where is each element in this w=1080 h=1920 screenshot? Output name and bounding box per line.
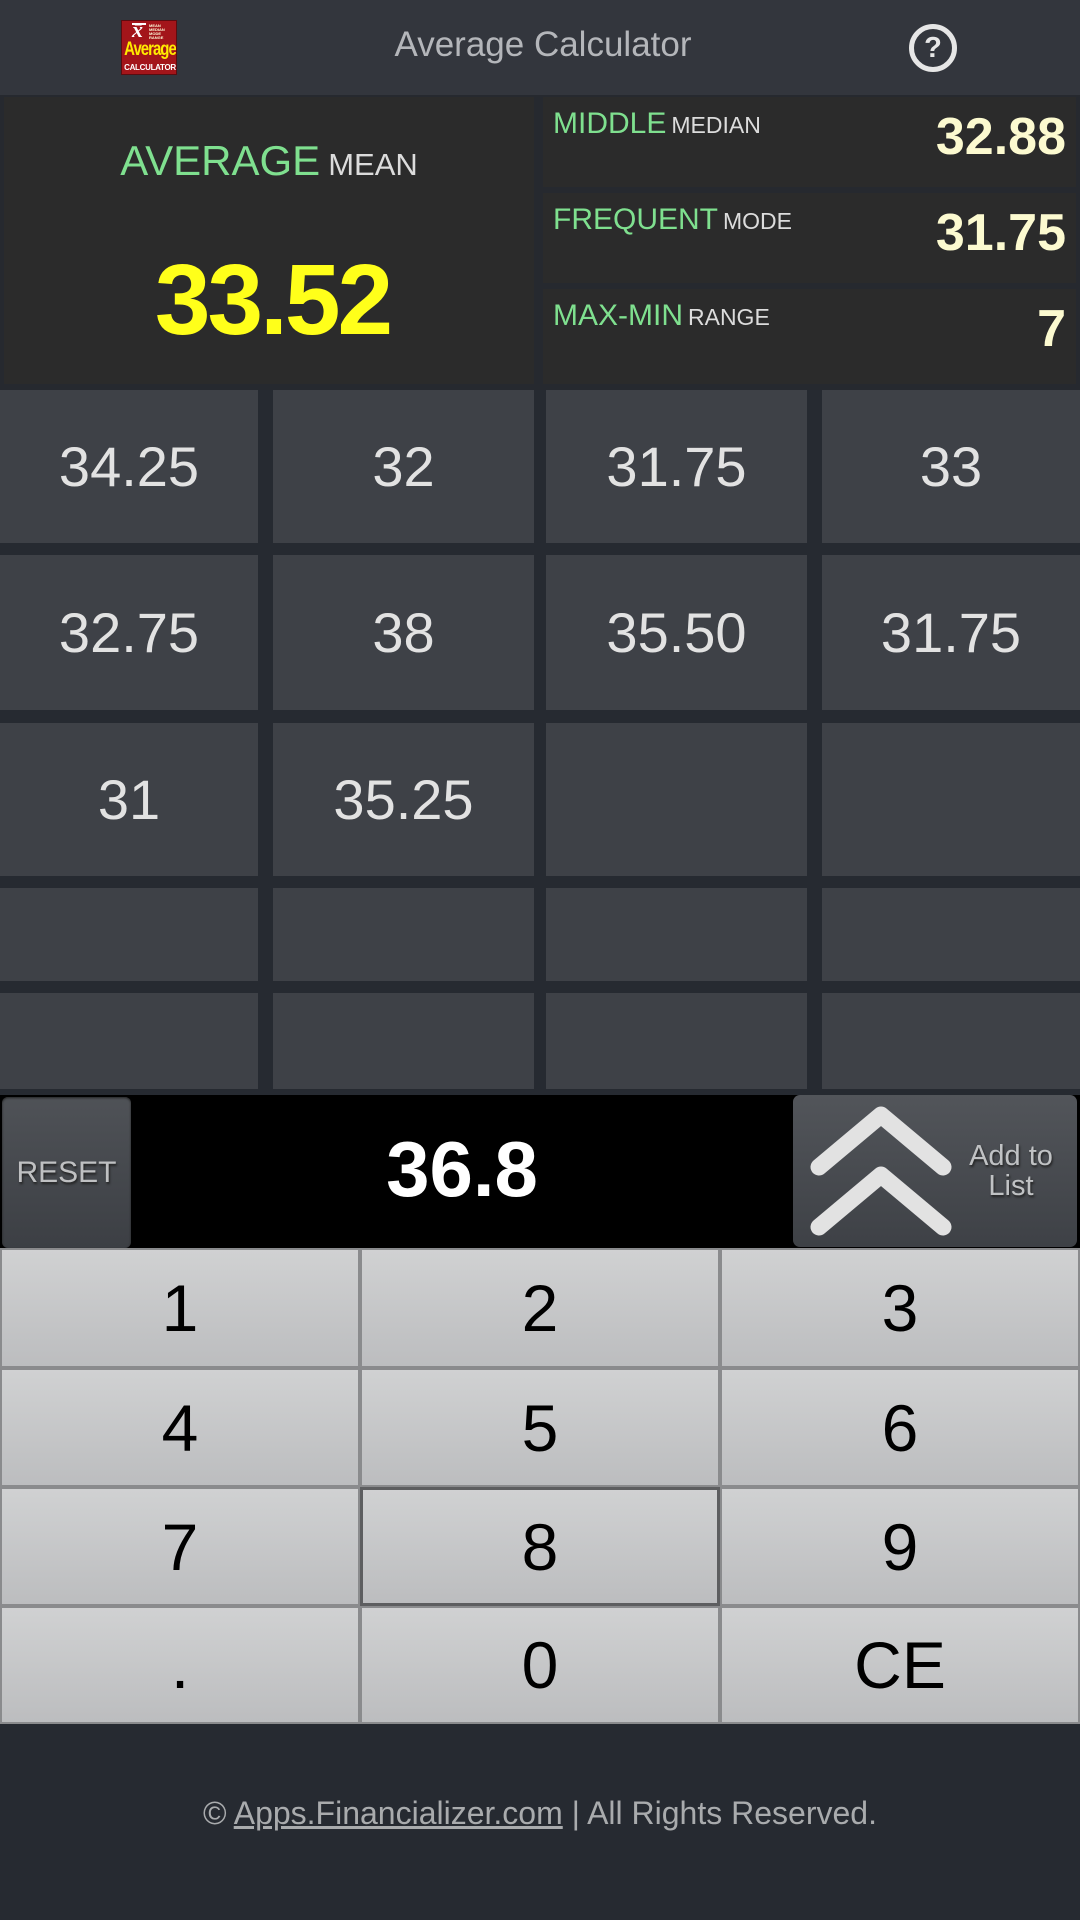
help-icon[interactable]: ? (909, 24, 957, 72)
double-chevron-up-icon (810, 1106, 952, 1236)
key-3[interactable]: 3 (720, 1248, 1080, 1368)
list-cell[interactable] (822, 888, 1080, 981)
list-cell[interactable]: 31.75 (822, 555, 1080, 710)
range-sublabel: RANGE (688, 304, 770, 330)
list-cell[interactable] (0, 993, 258, 1089)
key-8[interactable]: 8 (360, 1487, 720, 1606)
range-label: MAX-MIN (553, 299, 683, 332)
key-5[interactable]: 5 (360, 1368, 720, 1487)
mode-value: 31.75 (935, 204, 1066, 262)
list-cell[interactable]: 35.50 (546, 555, 807, 710)
list-cell[interactable]: 32.75 (0, 555, 258, 710)
list-cell[interactable]: 38 (273, 555, 534, 710)
mean-label-sub: MEAN (328, 147, 418, 182)
range-value: 7 (1037, 300, 1066, 358)
list-cell[interactable] (822, 993, 1080, 1089)
key-2[interactable]: 2 (360, 1248, 720, 1368)
mode-row: FREQUENT MODE 31.75 (543, 193, 1076, 283)
footer-link[interactable]: Apps.Financializer.com (234, 1795, 563, 1831)
list-cell[interactable]: 33 (822, 390, 1080, 543)
key-9[interactable]: 9 (720, 1487, 1080, 1606)
key-clear-entry[interactable]: CE (720, 1606, 1080, 1724)
mean-label-main: AVERAGE (120, 137, 321, 184)
entry-display: 36.8 (386, 1125, 538, 1213)
list-cell[interactable] (546, 723, 807, 876)
list-cell[interactable]: 35.25 (273, 723, 534, 876)
list-cell[interactable] (546, 993, 807, 1089)
key-1[interactable]: 1 (0, 1248, 360, 1368)
median-label: MIDDLE (553, 107, 667, 140)
list-cell[interactable]: 32 (273, 390, 534, 543)
list-cell[interactable] (822, 723, 1080, 876)
mode-label: FREQUENT (553, 203, 718, 236)
add-label-line2: List (988, 1170, 1034, 1202)
median-sublabel: MEDIAN (671, 112, 761, 138)
list-cell[interactable] (0, 888, 258, 981)
list-cell[interactable] (273, 993, 534, 1089)
key-6[interactable]: 6 (720, 1368, 1080, 1487)
key-0[interactable]: 0 (360, 1606, 720, 1724)
list-cell[interactable] (273, 888, 534, 981)
list-cell[interactable]: 34.25 (0, 390, 258, 543)
key-4[interactable]: 4 (0, 1368, 360, 1487)
median-value: 32.88 (935, 108, 1066, 166)
mode-sublabel: MODE (723, 208, 792, 234)
mean-value: 33.52 (154, 244, 393, 356)
footer-rights: | All Rights Reserved. (571, 1795, 877, 1831)
key-decimal[interactable]: . (0, 1606, 360, 1724)
reset-button[interactable]: RESET (2, 1097, 131, 1248)
key-7[interactable]: 7 (0, 1487, 360, 1606)
list-cell[interactable]: 31 (0, 723, 258, 876)
mean-label: AVERAGE MEAN (4, 137, 534, 185)
range-row: MAX-MIN RANGE 7 (543, 289, 1076, 384)
list-cell[interactable] (546, 888, 807, 981)
keypad: 1 2 3 4 5 6 7 8 9. 0 CE (0, 1248, 1080, 1724)
copyright-symbol: © (203, 1795, 227, 1831)
add-to-list-button[interactable]: Add to List (793, 1095, 1077, 1247)
median-row: MIDDLE MEDIAN 32.88 (543, 97, 1076, 187)
footer: © Apps.Financializer.com | All Rights Re… (0, 1795, 1080, 1832)
add-label-line1: Add to (969, 1140, 1053, 1172)
add-to-list-label: Add to List (961, 1141, 1061, 1201)
list-cell[interactable]: 31.75 (546, 390, 807, 543)
